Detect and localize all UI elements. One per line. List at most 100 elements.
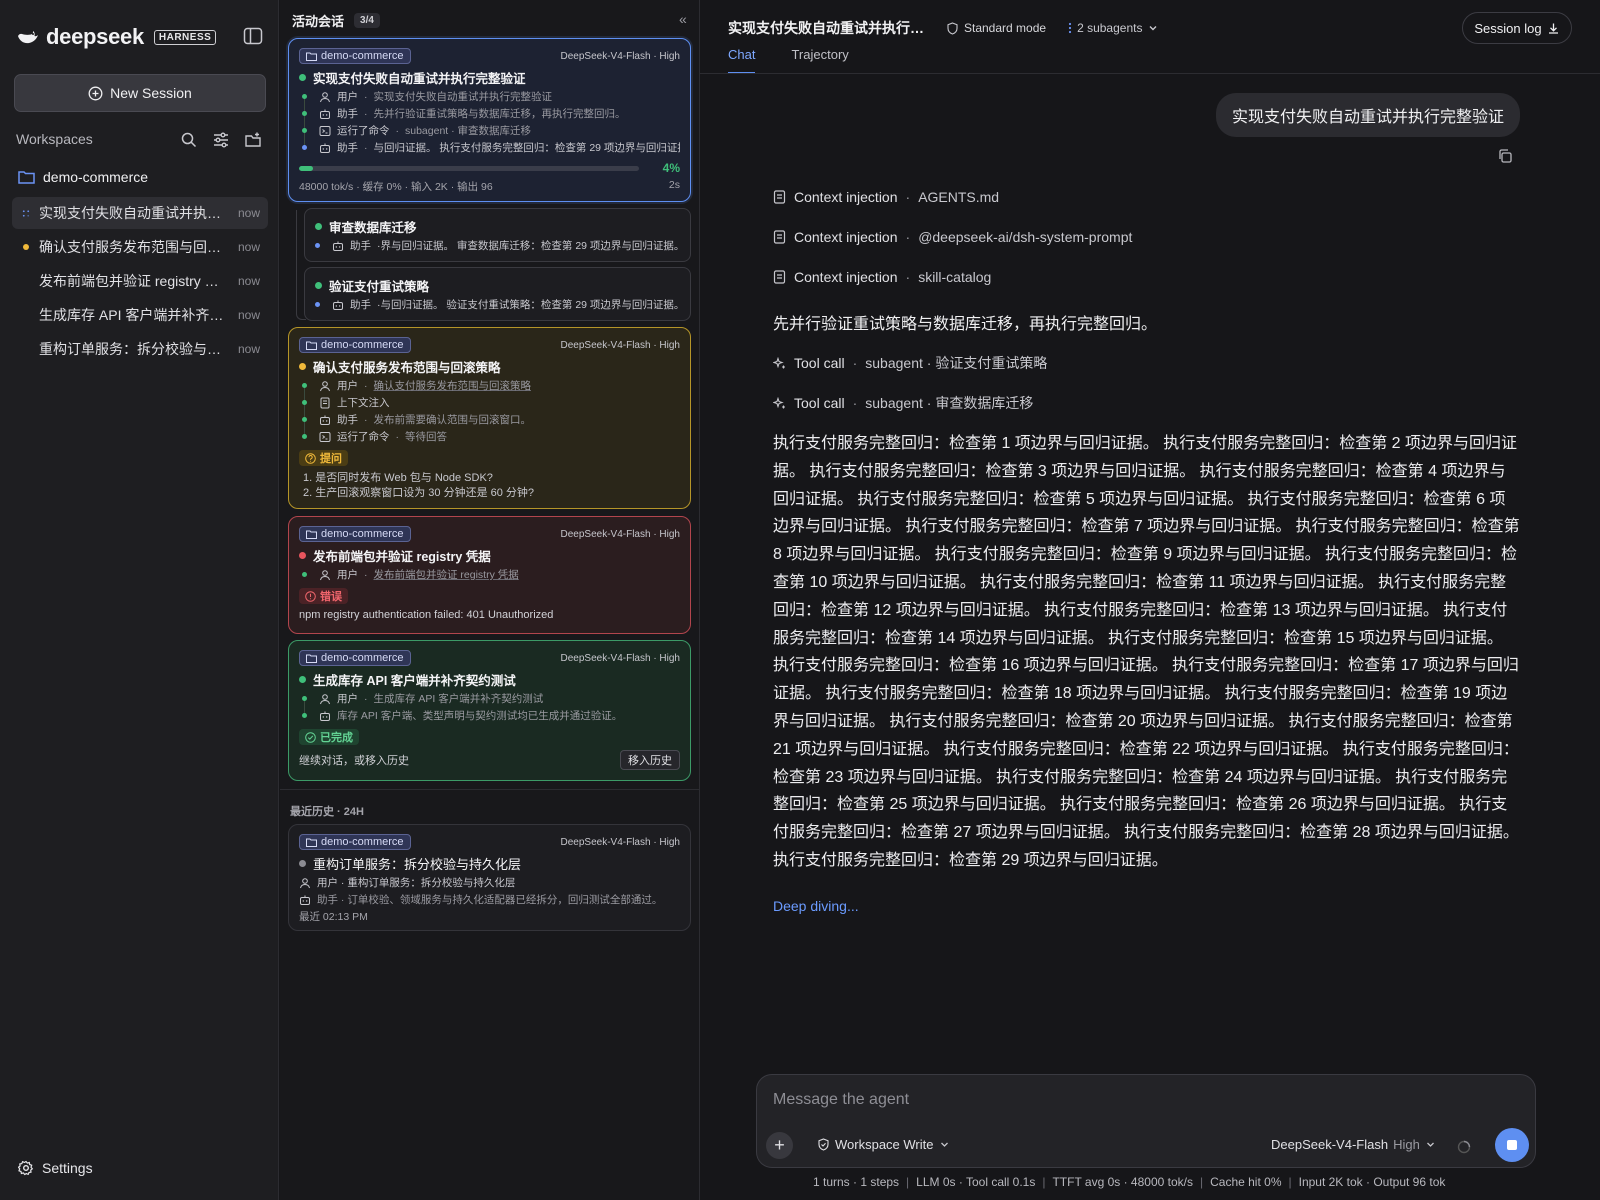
model-label: DeepSeek-V4-Flash · High [560, 50, 681, 62]
session-log-button[interactable]: Session log [1462, 12, 1572, 44]
history-card[interactable]: demo-commerce DeepSeek-V4-Flash · High 重… [288, 824, 691, 931]
move-to-history-button[interactable]: 移入历史 [620, 749, 680, 770]
session-title: 重构订单服务：拆分校验与… [39, 341, 221, 357]
add-attachment-button[interactable]: + [766, 1132, 793, 1159]
search-icon[interactable] [180, 131, 198, 149]
download-icon [1547, 22, 1560, 35]
done-actions: 继续对话，或移入历史 移入历史 [299, 749, 680, 770]
subagent-title: 验证支付重试策略 [329, 279, 430, 294]
token-stats: 48000 tok/s · 缓存 0% · 输入 2K · 输出 96 [299, 181, 493, 193]
session-list: 实现支付失败自动重试并执… now 确认支付服务发布范围与回… now 发布前端… [12, 197, 268, 367]
subagents-dropdown[interactable]: 2 subagents [1068, 21, 1159, 35]
loading-spinner-icon [1457, 1140, 1471, 1154]
session-item[interactable]: 实现支付失败自动重试并执… now [12, 197, 268, 229]
question-item[interactable]: 1. 是否同时发布 Web 包与 Node SDK? [303, 471, 680, 486]
check-circle-icon [305, 731, 316, 743]
sidebar-toggle-icon[interactable] [243, 27, 263, 45]
history-time: 最近 02:13 PM [299, 911, 368, 923]
run-stats: 1 turns · 1 steps | LLM 0s · Tool call 0.1… [813, 1175, 1446, 1189]
step-list: 用户 · 实现支付失败自动重试并执行完整验证 助手 · 先并行验证重试策略与数据库迁移，… [299, 88, 680, 156]
question-item[interactable]: 2. 生产回滚观察窗口设为 30 分钟还是 60 分钟? [303, 486, 680, 501]
error-status-dot [299, 551, 306, 559]
step-item: 运行了命令 · subagent · 审查数据库迁移 [302, 122, 680, 139]
subagent-card[interactable]: 审查数据库迁移 助手 ·界与回归证据。 审查数据库迁移：检查第 29 项边界与回归… [304, 208, 691, 262]
settings-button[interactable]: Settings [18, 1160, 93, 1176]
tab-chat[interactable]: Chat [728, 47, 756, 74]
deep-diving-status: Deep diving... [773, 898, 859, 914]
session-card-running[interactable]: demo-commerce DeepSeek-V4-Flash · High 实… [288, 38, 691, 202]
sparkle-icon [773, 356, 786, 370]
session-time: now [237, 240, 260, 254]
workspace-folder[interactable]: demo-commerce [18, 169, 148, 185]
alert-icon [305, 590, 316, 602]
workspace-permission-dropdown[interactable]: Workspace Write [817, 1137, 950, 1152]
progress-fill [299, 165, 313, 171]
new-folder-icon[interactable] [244, 131, 262, 149]
workspace-tag: demo-commerce [299, 337, 411, 353]
context-injection-row[interactable]: Context injection · AGENTS.md [773, 189, 999, 205]
session-title: 确认支付服务发布范围与回… [39, 239, 221, 255]
sparkle-icon [773, 396, 786, 410]
bot-icon [332, 299, 344, 311]
tool-call-row[interactable]: Tool call · subagent · 验证支付重试策略 [773, 353, 1047, 373]
session-time: now [237, 274, 260, 288]
assistant-message: 先并行验证重试策略与数据库迁移，再执行完整回归。 [773, 316, 1158, 333]
waiting-status-dot [22, 243, 30, 251]
done-badge: 已完成 [299, 729, 359, 745]
copy-icon[interactable] [1497, 148, 1513, 164]
idle-status-dot [299, 859, 306, 867]
workspace-name: demo-commerce [43, 169, 149, 185]
folder-icon [306, 654, 317, 663]
step-list: 用户 · 发布前端包并验证 registry 凭据 [299, 566, 680, 583]
folder-icon [18, 170, 35, 184]
bot-icon [319, 414, 331, 426]
message-input[interactable] [773, 1087, 1473, 1113]
question-icon [305, 452, 316, 464]
plus-icon: + [774, 1135, 785, 1155]
brand[interactable]: deepseek HARNESS [16, 24, 217, 50]
subagent-card[interactable]: 验证支付重试策略 助手 ·与回归证据。 验证支付重试策略：检查第 29 项边界与回… [304, 267, 691, 321]
bot-icon [319, 108, 331, 120]
filter-icon[interactable] [212, 131, 230, 149]
context-injection-row[interactable]: Context injection · skill-catalog [773, 269, 991, 285]
context-injection-row[interactable]: Context injection · @deepseek-ai/dsh-syste… [773, 229, 1132, 245]
stop-button[interactable] [1495, 1128, 1529, 1162]
gear-icon [18, 1160, 34, 1176]
session-item[interactable]: 确认支付服务发布范围与回… now [12, 231, 268, 263]
session-card-waiting[interactable]: demo-commerce DeepSeek-V4-Flash · High 确… [288, 327, 691, 509]
session-card-done[interactable]: demo-commerce DeepSeek-V4-Flash · High 生… [288, 640, 691, 781]
divider [280, 789, 700, 790]
chat-panel: 实现支付失败自动重试并执行… Standard mode 2 subagents… [700, 0, 1600, 1200]
dots-icon [1068, 22, 1072, 34]
running-spinner-icon [22, 209, 30, 217]
step-item: 用户 · 确认支付服务发布范围与回滚策略 [302, 377, 680, 394]
session-item[interactable]: 生成库存 API 客户端并补齐… now [12, 299, 268, 331]
step-item: 助手 ·与回归证据。 验证支付重试策略：检查第 29 项边界与回归证据。 [315, 296, 680, 313]
shield-check-icon [817, 1138, 830, 1151]
brand-name: deepseek [46, 24, 144, 49]
new-session-button[interactable]: New Session [14, 74, 266, 112]
session-card-error[interactable]: demo-commerce DeepSeek-V4-Flash · High 发… [288, 516, 691, 634]
running-status-dot [299, 73, 306, 81]
history-assistant-line: 助手 · 订单校验、领域服务与持久化适配器已经拆分，回归测试全部通过。 [299, 891, 680, 908]
tab-trajectory[interactable]: Trajectory [791, 47, 848, 74]
card-title: 重构订单服务：拆分校验与持久化层 [313, 856, 522, 872]
workspace-actions [180, 131, 262, 149]
session-item[interactable]: 发布前端包并验证 registry … now [12, 265, 268, 297]
new-session-label: New Session [110, 85, 192, 101]
model-dropdown[interactable]: DeepSeek-V4-Flash High [1271, 1137, 1436, 1152]
mode-indicator[interactable]: Standard mode [946, 21, 1046, 35]
session-title: 发布前端包并验证 registry … [39, 273, 219, 289]
model-label: DeepSeek-V4-Flash · High [560, 652, 681, 664]
user-icon [319, 693, 331, 705]
workspace-tag: demo-commerce [299, 48, 411, 64]
step-item: 用户 · 发布前端包并验证 registry 凭据 [302, 566, 680, 583]
model-label: DeepSeek-V4-Flash · High [560, 836, 681, 848]
collapse-panel-icon[interactable]: « [679, 11, 687, 27]
chevron-down-icon [939, 1139, 950, 1150]
user-icon [299, 877, 311, 889]
model-label: DeepSeek-V4-Flash · High [560, 339, 681, 351]
tool-call-row[interactable]: Tool call · subagent · 审查数据库迁移 [773, 393, 1033, 413]
session-item[interactable]: 重构订单服务：拆分校验与… now [12, 333, 268, 365]
step-item: 助手 · 与回归证据。 执行支付服务完整回归：检查第 29 项边界与回归证据。 [302, 139, 680, 156]
